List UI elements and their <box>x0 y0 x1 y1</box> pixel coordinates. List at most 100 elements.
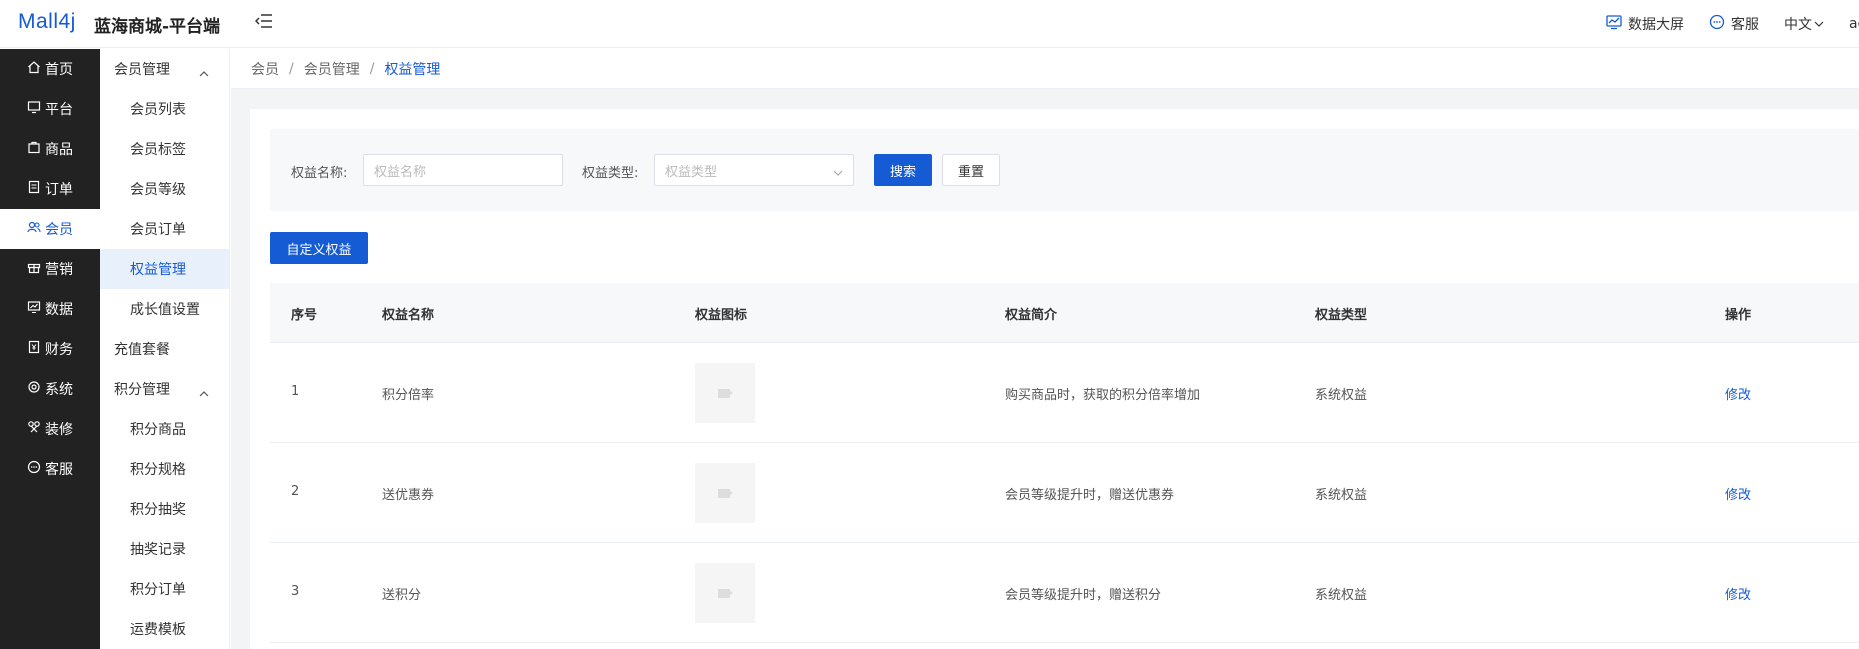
nav-label: 订单 <box>45 182 73 198</box>
edit-link[interactable]: 修改 <box>1725 584 1751 603</box>
submenu-points-management[interactable]: 积分管理 <box>100 369 229 409</box>
menu-member-orders[interactable]: 会员订单 <box>100 209 229 249</box>
reset-button[interactable]: 重置 <box>942 154 1000 186</box>
benefit-name-input[interactable]: 权益名称 <box>363 154 563 186</box>
data-screen-button[interactable]: 数据大屏 <box>1606 14 1684 34</box>
user-name[interactable]: ad <box>1849 16 1859 32</box>
table-row: 1 积分倍率 购买商品时，获取的积分倍率增加 系统权益 修改 <box>270 343 1859 443</box>
table-header: 序号 权益名称 权益图标 权益简介 权益类型 操作 <box>270 283 1859 343</box>
gift-icon <box>27 260 45 278</box>
menu-points-goods[interactable]: 积分商品 <box>100 409 229 449</box>
cell-index: 1 <box>291 384 300 399</box>
menu-recharge-package[interactable]: 充值套餐 <box>100 329 229 369</box>
nav-label: 系统 <box>45 382 73 398</box>
table-row: 2 送优惠券 会员等级提升时，赠送优惠券 系统权益 修改 <box>270 443 1859 543</box>
breadcrumb-item[interactable]: 会员管理 <box>304 59 360 79</box>
breadcrumb: 会员 / 会员管理 / 权益管理 <box>231 49 1859 89</box>
nav-service[interactable]: 客服 <box>0 449 100 489</box>
nav-label: 商品 <box>45 142 73 158</box>
logo[interactable]: Mall4j <box>18 10 76 34</box>
benefit-type-select[interactable]: 权益类型 <box>654 154 854 186</box>
cell-name: 积分倍率 <box>382 388 435 403</box>
chat-icon <box>27 460 45 478</box>
menu-benefits-management[interactable]: 权益管理 <box>100 249 229 289</box>
nav-platform[interactable]: 平台 <box>0 89 100 129</box>
service-label: 客服 <box>1731 17 1759 33</box>
nav-decorate[interactable]: 装修 <box>0 409 100 449</box>
chevron-up-icon <box>199 65 209 81</box>
column-header-icon: 权益图标 <box>695 308 748 323</box>
menu-points-orders[interactable]: 积分订单 <box>100 569 229 609</box>
chevron-down-icon <box>1812 16 1824 32</box>
submenu-member-management[interactable]: 会员管理 <box>100 49 229 89</box>
cell-desc: 购买商品时，获取的积分倍率增加 <box>1005 388 1201 403</box>
search-button[interactable]: 搜索 <box>874 154 932 186</box>
column-header-name: 权益名称 <box>382 308 435 323</box>
menu-points-lottery[interactable]: 积分抽奖 <box>100 489 229 529</box>
menu-member-tags[interactable]: 会员标签 <box>100 129 229 169</box>
menu-shipping-template[interactable]: 运费模板 <box>100 609 229 649</box>
submenu-label: 会员管理 <box>114 62 170 78</box>
breadcrumb-separator: / <box>289 60 294 77</box>
cell-type: 系统权益 <box>1315 388 1368 403</box>
nav-label: 财务 <box>45 342 73 358</box>
monitor-chart-icon <box>1606 14 1628 34</box>
bag-icon <box>27 140 45 158</box>
app-title: 蓝海商城-平台端 <box>94 17 221 37</box>
nav-system[interactable]: 系统 <box>0 369 100 409</box>
breadcrumb-separator: / <box>369 60 375 77</box>
nav-home[interactable]: 首页 <box>0 49 100 89</box>
nav-data[interactable]: 数据 <box>0 289 100 329</box>
custom-benefit-button[interactable]: 自定义权益 <box>270 232 368 264</box>
column-header-desc: 权益简介 <box>1005 308 1058 323</box>
chevron-down-icon <box>833 166 843 181</box>
users-icon <box>27 220 45 238</box>
cell-type: 系统权益 <box>1315 588 1368 603</box>
home-icon <box>27 60 45 78</box>
cell-type: 系统权益 <box>1315 488 1368 503</box>
breadcrumb-item[interactable]: 会员 <box>251 59 279 79</box>
cell-index: 2 <box>291 484 300 499</box>
nav-member[interactable]: 会员 <box>0 209 100 249</box>
monitor-icon <box>27 100 45 118</box>
menu-lottery-records[interactable]: 抽奖记录 <box>100 529 229 569</box>
top-header: Mall4j 蓝海商城-平台端 数据大屏 客服 中文 ad <box>0 0 1859 48</box>
decorate-icon <box>27 420 45 438</box>
benefit-image-placeholder-icon <box>695 463 755 523</box>
nav-goods[interactable]: 商品 <box>0 129 100 169</box>
nav-label: 数据 <box>45 302 73 318</box>
finance-icon <box>27 340 45 358</box>
language-label: 中文 <box>1784 17 1812 33</box>
menu-member-level[interactable]: 会员等级 <box>100 169 229 209</box>
benefit-type-label: 权益类型: <box>582 166 639 181</box>
collapse-menu-icon[interactable] <box>254 13 275 31</box>
nav-label: 装修 <box>45 422 73 438</box>
chevron-up-icon <box>199 385 209 401</box>
nav-label: 营销 <box>45 262 73 278</box>
breadcrumb-current: 权益管理 <box>384 61 441 78</box>
nav-label: 首页 <box>45 62 73 78</box>
secondary-sidebar: 会员管理 会员列表 会员标签 会员等级 会员订单 权益管理 成长值设置 充值套餐… <box>100 49 230 649</box>
menu-member-list[interactable]: 会员列表 <box>100 89 229 129</box>
nav-order[interactable]: 订单 <box>0 169 100 209</box>
menu-points-specs[interactable]: 积分规格 <box>100 449 229 489</box>
edit-link[interactable]: 修改 <box>1725 384 1751 403</box>
column-header-action: 操作 <box>1725 308 1752 323</box>
benefit-image-placeholder-icon <box>695 363 755 423</box>
cell-desc: 会员等级提升时，赠送优惠券 <box>1005 488 1175 503</box>
document-icon <box>27 180 45 198</box>
nav-finance[interactable]: 财务 <box>0 329 100 369</box>
data-screen-label: 数据大屏 <box>1628 17 1684 33</box>
edit-link[interactable]: 修改 <box>1725 484 1751 503</box>
benefit-name-label: 权益名称: <box>291 166 348 181</box>
cell-name: 送积分 <box>382 588 422 603</box>
language-select[interactable]: 中文 <box>1784 14 1824 34</box>
column-header-type: 权益类型 <box>1315 308 1368 323</box>
cell-name: 送优惠券 <box>382 488 435 503</box>
column-header-index: 序号 <box>291 308 318 323</box>
submenu-label: 积分管理 <box>114 382 170 398</box>
service-button[interactable]: 客服 <box>1709 14 1759 34</box>
nav-marketing[interactable]: 营销 <box>0 249 100 289</box>
menu-growth-settings[interactable]: 成长值设置 <box>100 289 229 329</box>
primary-sidebar: 首页 平台 商品 订单 会员 营销 数据 财务 系统 装修 客服 <box>0 49 100 649</box>
